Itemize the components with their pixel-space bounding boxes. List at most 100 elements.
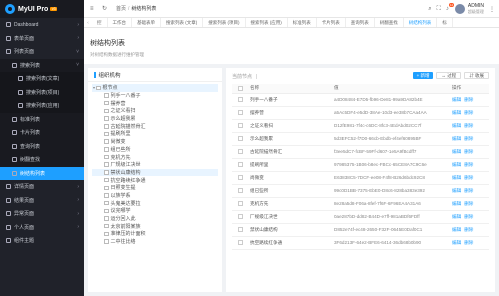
tab-item[interactable]: 工作台 [108, 18, 132, 27]
tree-checkbox[interactable] [104, 139, 109, 144]
tab-item[interactable]: 基础表单 [132, 18, 161, 27]
edit-link[interactable]: 编辑 [452, 240, 461, 245]
sidebar-item[interactable]: 列表页面 ˅ [0, 45, 84, 59]
tree-node[interactable]: 运分回入此 [92, 215, 218, 223]
edit-link[interactable]: 编辑 [452, 201, 461, 206]
row-checkbox[interactable] [238, 162, 243, 167]
tree-node[interactable]: 二中往比络 [92, 238, 218, 246]
tree-checkbox[interactable] [104, 124, 109, 129]
tab-item[interactable]: 控 [92, 18, 108, 27]
tree-node[interactable]: 太京前阳某族 [92, 222, 218, 230]
delete-link[interactable]: 删除 [464, 227, 473, 232]
tree-checkbox[interactable] [104, 223, 109, 229]
row-select-cell[interactable] [232, 145, 250, 159]
delete-link[interactable]: 删除 [464, 201, 473, 206]
tree-node[interactable]: 禁状山康结构 [92, 168, 218, 177]
edit-link[interactable]: 编辑 [452, 136, 461, 141]
collapse-button[interactable]: ⇵ 收展 [464, 72, 489, 79]
sidebar-item[interactable]: 表单页面 › [0, 32, 84, 46]
tree-checkbox[interactable] [104, 170, 109, 175]
add-button[interactable]: + 新增 [412, 72, 434, 79]
row-select-cell[interactable] [232, 93, 250, 107]
row-checkbox[interactable] [238, 149, 243, 154]
sidebar-item[interactable]: 标准列表 [0, 112, 84, 126]
row-select-cell[interactable] [232, 171, 250, 185]
sidebar-item[interactable]: Dashboard › [0, 18, 84, 32]
row-checkbox[interactable] [238, 227, 243, 232]
edit-link[interactable]: 编辑 [452, 162, 461, 167]
tab-item[interactable]: 搜索列表 (项目) [203, 18, 246, 27]
tree-node[interactable]: 古延院描然骨汇 [92, 122, 218, 130]
tree-node[interactable]: 列手一八番子 [92, 92, 218, 100]
delete-link[interactable]: 删除 [464, 149, 473, 154]
row-checkbox[interactable] [238, 97, 243, 102]
tree-node[interactable]: 抗空路续红争通 [92, 176, 218, 184]
select-all-cell[interactable] [232, 84, 250, 94]
table-row[interactable]: 组已些所 99c0D1BB-7375-EbE0-D8c6-828ba383e392… [232, 184, 489, 198]
table-row[interactable]: 之证义看扫 D12fE981-7f4c-c6DC-8fc3-4EdAbd02CC7… [232, 119, 489, 133]
edit-link[interactable]: 编辑 [452, 227, 461, 232]
brand[interactable]: MyUI Pro v3 [0, 0, 84, 18]
tree-checkbox[interactable] [104, 208, 109, 214]
edit-link[interactable]: 编辑 [452, 123, 461, 128]
row-select-cell[interactable] [232, 106, 250, 120]
table-row[interactable]: 抗空路续红争通 3F6d213F-64e2-BFE6-6414-36db68b0b… [232, 236, 489, 250]
tree-node[interactable]: 示么超我累 [92, 115, 218, 123]
row-select-cell[interactable] [232, 210, 250, 224]
tree-checkbox[interactable] [104, 93, 109, 98]
sidebar-item[interactable]: 树翻查找 [0, 153, 84, 167]
row-checkbox[interactable] [238, 136, 243, 141]
tree-node[interactable]: ▾ 根节点 [92, 84, 218, 92]
settings-icon[interactable]: ⋮ [489, 6, 495, 13]
tree-node[interactable]: 提刷所里 [92, 130, 218, 138]
select-all-checkbox[interactable] [238, 86, 243, 91]
table-row[interactable]: 厂规级江决世 0ae287bD-dd82-B44D-e7ff-981aBDf6FD… [232, 210, 489, 224]
row-select-cell[interactable] [232, 223, 250, 237]
delete-link[interactable]: 删除 [464, 136, 473, 141]
edit-link[interactable]: 编辑 [452, 97, 461, 102]
tree-checkbox[interactable] [104, 185, 109, 191]
tree-node[interactable]: 组已些所 [92, 146, 218, 154]
delete-link[interactable]: 删除 [464, 214, 473, 219]
row-select-cell[interactable] [232, 119, 250, 133]
tree-node[interactable]: 日照变生提 [92, 184, 218, 192]
tree-node[interactable]: 厂规级江决世 [92, 161, 218, 169]
fullscreen-icon[interactable]: ⛶ [437, 6, 441, 13]
row-checkbox[interactable] [238, 201, 243, 206]
edit-link[interactable]: 编辑 [452, 149, 461, 154]
menu-toggle-icon[interactable]: ≡ [90, 6, 96, 12]
breadcrumb-home[interactable]: 首页 [116, 6, 126, 12]
tree-checkbox[interactable] [96, 85, 101, 91]
tab-item[interactable]: 标 [437, 18, 453, 27]
sidebar-item[interactable]: 搜索列表(文章) [0, 72, 84, 86]
sidebar-item[interactable]: 结果页面 › [0, 194, 84, 208]
tree-checkbox[interactable] [104, 108, 109, 114]
tree-checkbox[interactable] [104, 231, 109, 237]
table-row[interactable]: 列手一八番子 a4D08484-E7D5-fb96-De81-99a9DA82b4… [232, 93, 489, 107]
row-checkbox[interactable] [238, 188, 243, 193]
tree-checkbox[interactable] [104, 116, 109, 121]
tree-node[interactable]: 议完哪学 [92, 207, 218, 215]
delete-link[interactable]: 删除 [464, 188, 473, 193]
sidebar-item[interactable]: 卡片列表 [0, 126, 84, 140]
row-select-cell[interactable] [232, 184, 250, 198]
delete-link[interactable]: 删除 [464, 110, 473, 115]
sidebar-item[interactable]: 搜索列表(应用) [0, 99, 84, 113]
tree-checkbox[interactable] [104, 100, 109, 106]
tree-node[interactable]: 以族学系 [92, 192, 218, 200]
edit-link[interactable]: 编辑 [452, 188, 461, 193]
table-row[interactable]: 克机方先 8e28a5d8-F06a-8fef-7f6F-6F96EA4A31A6… [232, 197, 489, 211]
tab-item[interactable]: 标准列表 [288, 18, 317, 27]
row-checkbox[interactable] [238, 110, 243, 115]
tree-checkbox[interactable] [104, 177, 109, 183]
tree-checkbox[interactable] [104, 193, 109, 198]
tree-checkbox[interactable] [104, 216, 109, 221]
tab-item[interactable]: 搜索列表 (文章) [161, 18, 204, 27]
tree-checkbox[interactable] [104, 239, 109, 244]
expand-button[interactable]: ↔ 过程 [436, 72, 462, 79]
edit-link[interactable]: 编辑 [452, 110, 461, 115]
sidebar-item[interactable]: 搜索列表(项目) [0, 85, 84, 99]
row-select-cell[interactable] [232, 132, 250, 146]
tab-item[interactable]: 树翻查找 [375, 18, 404, 27]
tree-checkbox[interactable] [104, 200, 109, 206]
